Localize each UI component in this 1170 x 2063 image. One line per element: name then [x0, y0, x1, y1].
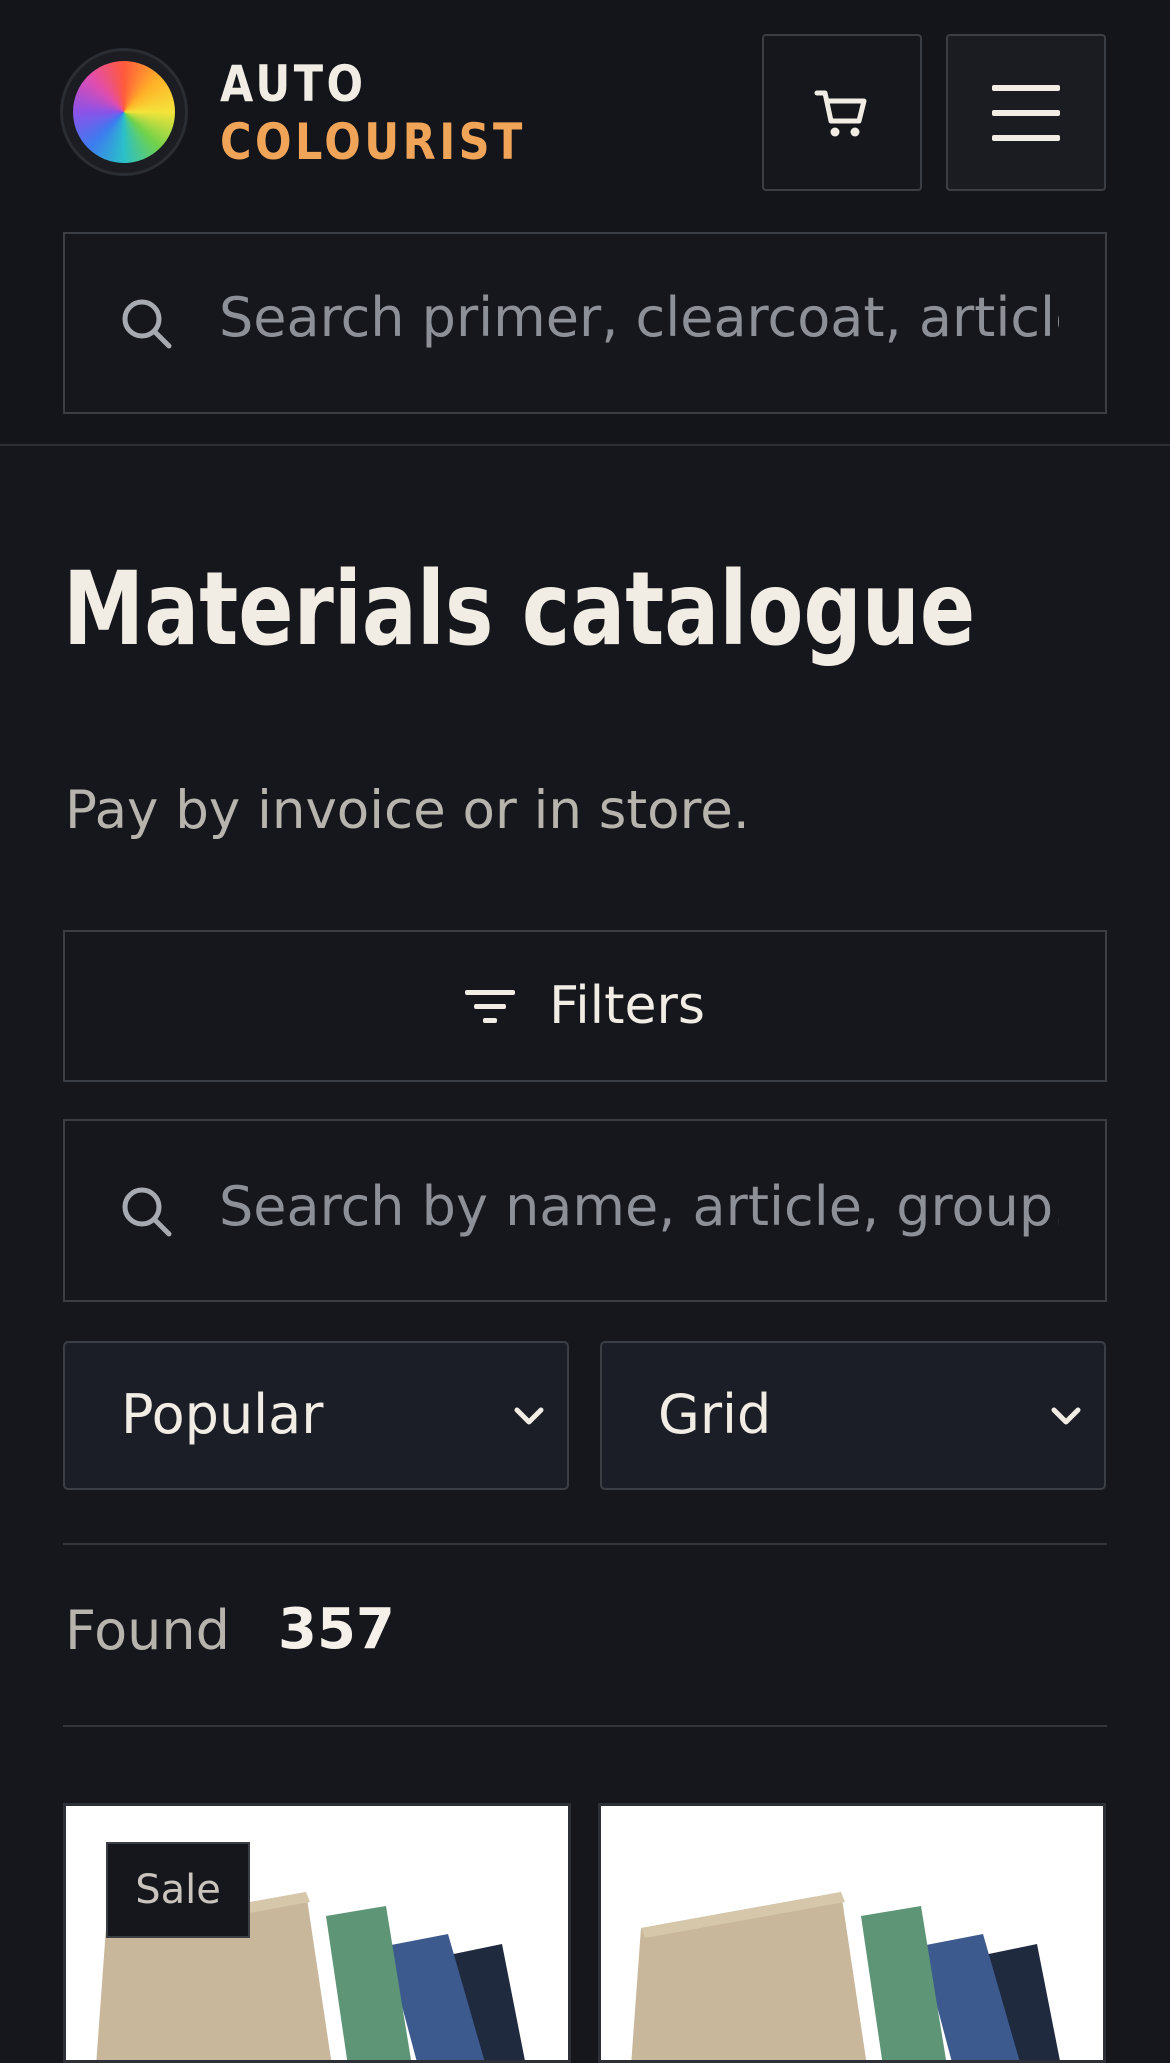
product-card[interactable]: Sale: [63, 1803, 571, 2063]
sale-badge: Sale: [106, 1842, 250, 1938]
results-count: 357: [278, 1597, 395, 1662]
sort-select-value: Popular: [121, 1383, 324, 1446]
brand-name-bottom: COLOURIST: [220, 113, 526, 171]
menu-button[interactable]: [946, 34, 1106, 191]
header-divider: [0, 444, 1170, 446]
color-wheel-icon: [73, 61, 175, 163]
brand-name-top: AUTO: [220, 55, 367, 113]
search-icon: [122, 299, 172, 349]
header-search-field[interactable]: Search primer, clearcoat, article: [63, 232, 1107, 414]
filters-button[interactable]: Filters: [63, 930, 1107, 1082]
cart-button[interactable]: [762, 34, 922, 191]
results-label: Found: [65, 1599, 230, 1662]
divider: [63, 1543, 1107, 1545]
logo[interactable]: [60, 48, 188, 176]
filters-label: Filters: [549, 976, 705, 1036]
catalogue-search-field[interactable]: Search by name, article, group..: [63, 1119, 1107, 1302]
cart-icon: [814, 90, 867, 136]
hamburger-menu-icon: [992, 84, 1060, 141]
page-title: Materials catalogue: [63, 550, 976, 669]
view-select[interactable]: Grid: [600, 1341, 1106, 1490]
product-image: [631, 1892, 1060, 2060]
search-icon: [122, 1187, 172, 1237]
sort-select[interactable]: Popular: [63, 1341, 569, 1490]
page-subtitle: Pay by invoice or in store.: [65, 780, 750, 841]
chevron-down-icon: [1051, 1407, 1081, 1425]
divider: [63, 1725, 1107, 1727]
chevron-down-icon: [514, 1407, 544, 1425]
product-card[interactable]: [598, 1803, 1106, 2063]
header-search-placeholder: Search primer, clearcoat, article: [219, 286, 1059, 349]
catalogue-search-placeholder: Search by name, article, group..: [219, 1175, 1059, 1238]
site-header: AUTO COLOURIST Search primer, clearcoat,…: [0, 0, 1170, 446]
view-select-value: Grid: [658, 1383, 772, 1446]
filter-icon: [465, 990, 516, 1023]
